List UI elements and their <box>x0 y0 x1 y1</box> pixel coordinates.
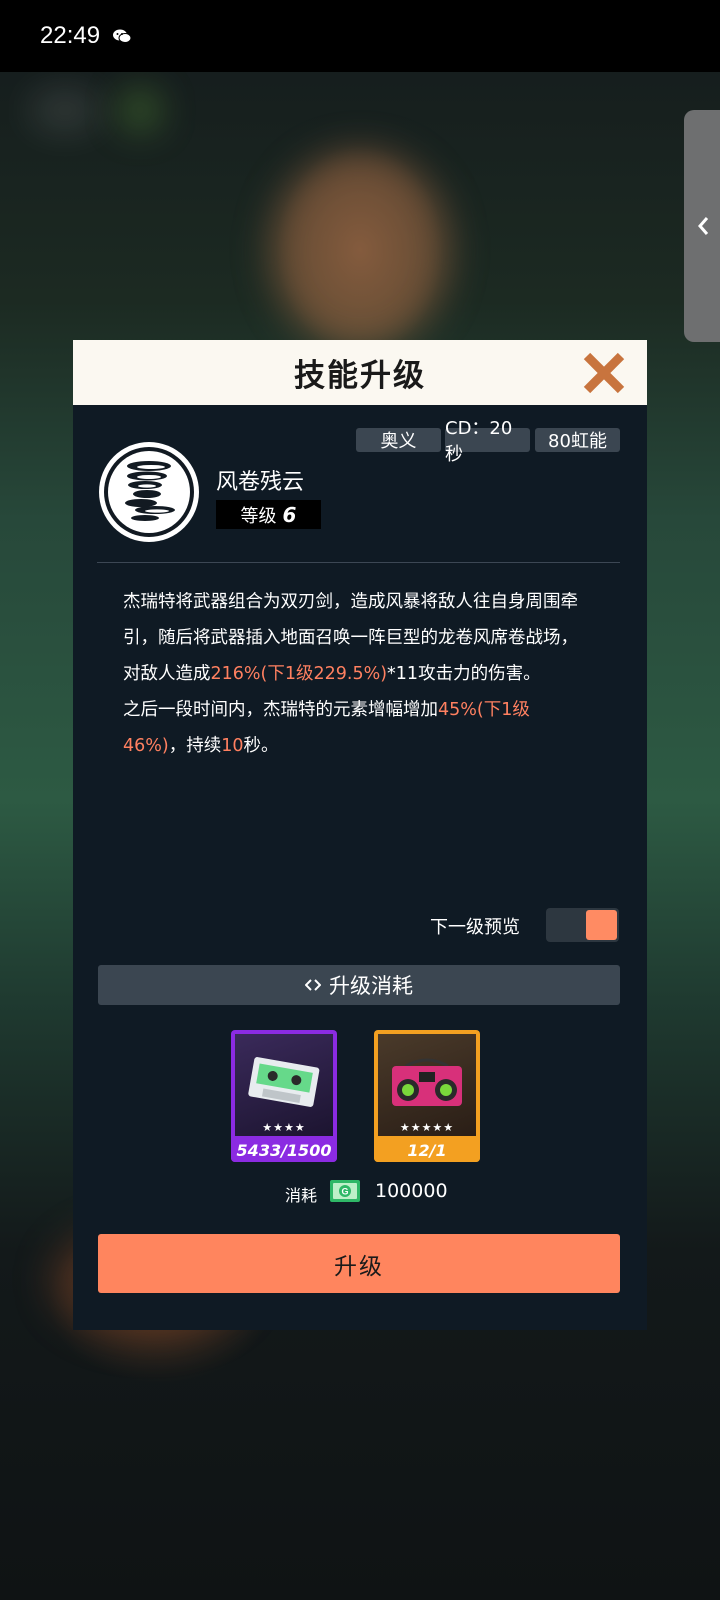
gold-cash-icon: G <box>330 1180 360 1202</box>
wechat-icon <box>113 29 132 43</box>
description-paragraph-2: 之后一段时间内，杰瑞特的元素增幅增加45%(下1级46%)，持续10秒。 <box>123 692 583 764</box>
item-count: 12/1 <box>374 1140 480 1162</box>
upgrade-button-label: 升级 <box>334 1253 384 1280</box>
background-hud-right <box>120 90 160 130</box>
cost-item-cassette[interactable]: ★★★★ 5433/1500 <box>231 1030 337 1162</box>
duration-value-highlight: 10 <box>221 736 244 756</box>
cost-item-boombox[interactable]: ★★★★★ 12/1 <box>374 1030 480 1162</box>
skill-upgrade-dialog: 技能升级 奥义 CD：20秒 80虹能 风卷残云 等级 6 杰瑞特将武器组合为双… <box>73 340 647 1330</box>
item-rarity-stars: ★★★★ <box>262 1121 306 1134</box>
skill-description: 杰瑞特将武器组合为双刃剑，造成风暴将敌人往自身周围牵引，随后将武器插入地面召唤一… <box>123 584 583 764</box>
background-character <box>270 150 450 350</box>
status-time: 22:49 <box>40 22 101 49</box>
next-level-preview-label: 下一级预览 <box>430 917 520 938</box>
upgrade-button[interactable]: 升级 <box>98 1234 620 1293</box>
divider <box>97 562 620 563</box>
upgrade-cost-title: 升级消耗 <box>329 974 413 998</box>
item-count: 5433/1500 <box>231 1140 337 1162</box>
diamond-arrows-icon <box>305 979 321 991</box>
status-bar: 22:49 <box>0 0 720 72</box>
upgrade-cost-header: 升级消耗 <box>98 965 620 1005</box>
toggle-knob <box>586 910 617 940</box>
close-icon[interactable] <box>579 348 629 398</box>
currency-cost-label: 消耗 <box>285 1186 318 1205</box>
next-level-preview-toggle[interactable] <box>546 908 619 942</box>
level-label: 等级 <box>240 505 277 527</box>
description-text: 之后一段时间内，杰瑞特的元素增幅增加 <box>123 700 438 720</box>
skill-cooldown-tag: CD：20秒 <box>445 418 530 465</box>
description-paragraph-1: 杰瑞特将武器组合为双刃剑，造成风暴将敌人往自身周围牵引，随后将武器插入地面召唤一… <box>123 584 583 692</box>
skill-level-badge: 等级 6 <box>216 500 321 529</box>
skill-type-tag: 奥义 <box>356 428 441 452</box>
svg-text:G: G <box>341 1187 348 1197</box>
level-value: 6 <box>282 502 297 527</box>
dialog-title: 技能升级 <box>294 358 426 394</box>
item-rarity-stars: ★★★★★ <box>399 1121 455 1134</box>
description-text: *11攻击力的伤害。 <box>387 664 541 684</box>
background-hud-left <box>30 90 100 130</box>
boombox-icon <box>392 1058 462 1106</box>
skill-name: 风卷残云 <box>216 470 305 495</box>
currency-cost-value: 100000 <box>375 1180 448 1202</box>
description-text: ，持续 <box>168 736 222 756</box>
tornado-icon <box>99 442 199 542</box>
damage-value-highlight: 216%(下1级229.5%) <box>210 664 388 684</box>
chevron-left-icon <box>698 217 709 235</box>
currency-cost-row: 消耗 G 100000 <box>73 1178 647 1208</box>
dialog-header: 技能升级 <box>73 340 647 405</box>
side-panel-tab[interactable] <box>684 110 720 342</box>
skill-energy-tag: 80虹能 <box>535 428 620 452</box>
description-text: 秒。 <box>243 736 279 756</box>
cassette-tape-icon <box>248 1057 320 1107</box>
